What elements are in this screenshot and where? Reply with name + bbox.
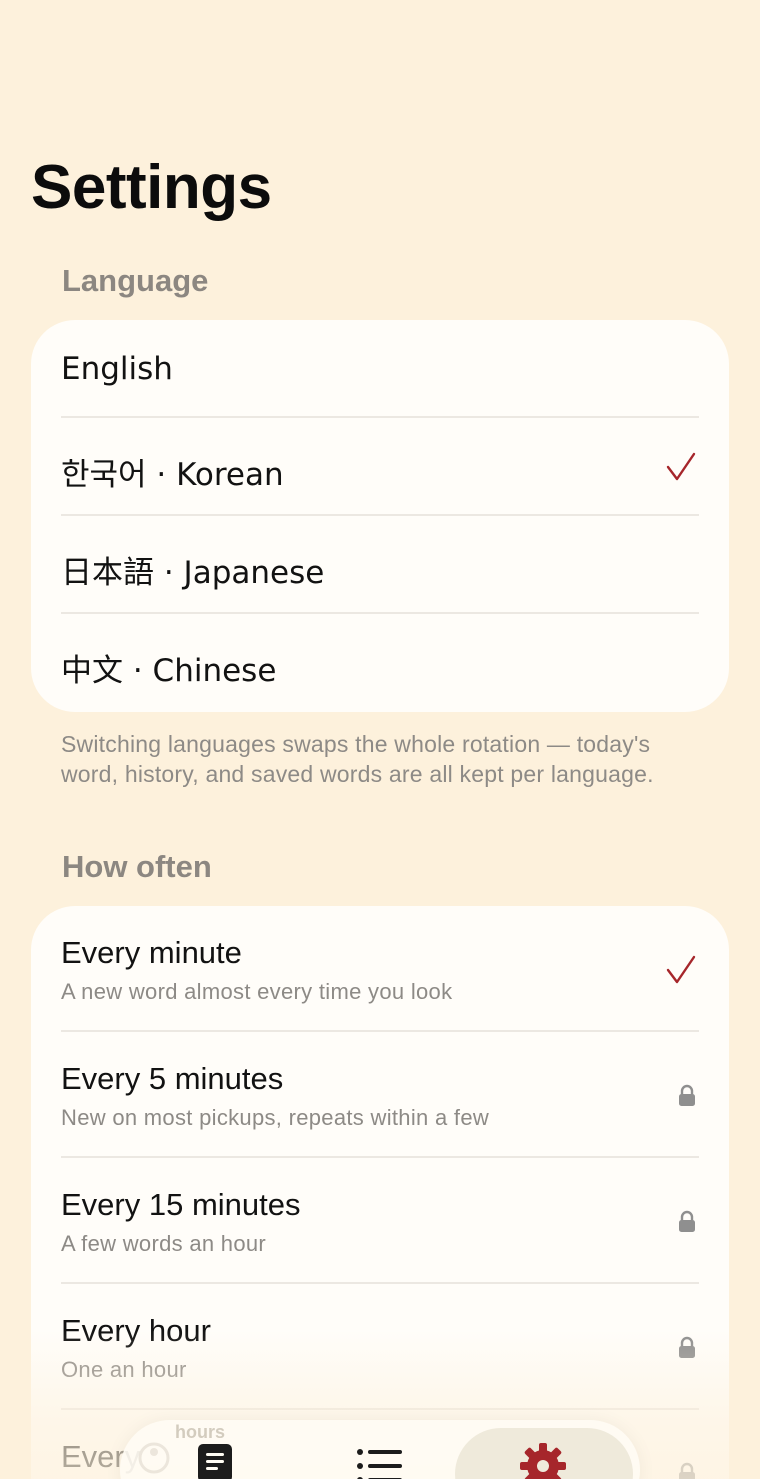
frequency-option-subtitle: A new word almost every time you look bbox=[61, 979, 453, 1004]
language-option-japanese[interactable]: 日本語 · Japanese bbox=[61, 516, 699, 614]
frequency-option-subtitle: One an hour bbox=[61, 1357, 187, 1382]
frequency-card: Every minute A new word almost every tim… bbox=[31, 906, 729, 1479]
frequency-option-title: Every minute bbox=[61, 935, 242, 970]
language-option-label: English bbox=[61, 351, 173, 387]
checkmark-icon bbox=[666, 955, 696, 984]
language-card: English 한국어 · Korean 日本語 · Japanese 中文 ·… bbox=[31, 320, 729, 712]
app-logo-icon bbox=[138, 1442, 170, 1474]
checkmark-icon bbox=[666, 452, 696, 481]
language-footnote: Switching languages swaps the whole rota… bbox=[61, 731, 654, 787]
lock-icon bbox=[679, 1084, 695, 1106]
language-option-label: 日本語 · Japanese bbox=[61, 555, 325, 591]
tab-bar: hours bbox=[120, 1420, 640, 1479]
language-option-chinese[interactable]: 中文 · Chinese bbox=[61, 614, 699, 712]
lock-icon bbox=[679, 1336, 695, 1358]
notebook-icon bbox=[198, 1444, 232, 1479]
tab-today[interactable] bbox=[180, 1420, 250, 1479]
lock-icon bbox=[679, 1462, 695, 1479]
frequency-option-title: Every 5 minutes bbox=[61, 1061, 284, 1096]
language-option-label: 中文 · Chinese bbox=[61, 653, 277, 689]
frequency-option-every-minute[interactable]: Every minute A new word almost every tim… bbox=[61, 906, 699, 1032]
section-label-frequency: How often bbox=[62, 849, 212, 884]
page-title: Settings bbox=[31, 153, 272, 222]
frequency-option-subtitle: New on most pickups, repeats within a fe… bbox=[61, 1105, 490, 1130]
frequency-option-every-15-minutes[interactable]: Every 15 minutes A few words an hour bbox=[61, 1158, 699, 1284]
frequency-option-subtitle: A few words an hour bbox=[61, 1231, 267, 1256]
language-option-korean[interactable]: 한국어 · Korean bbox=[61, 418, 699, 516]
tab-settings[interactable] bbox=[455, 1428, 633, 1479]
section-label-language: Language bbox=[62, 263, 209, 298]
tab-history[interactable] bbox=[340, 1420, 420, 1479]
gear-icon bbox=[520, 1443, 566, 1479]
frequency-option-every-5-minutes[interactable]: Every 5 minutes New on most pickups, rep… bbox=[61, 1032, 699, 1158]
language-option-english[interactable]: English bbox=[61, 320, 699, 418]
frequency-option-title: Every 15 minutes bbox=[61, 1187, 301, 1222]
lock-icon bbox=[679, 1210, 695, 1232]
language-option-label: 한국어 · Korean bbox=[61, 457, 284, 493]
frequency-option-every-hour[interactable]: Every hour One an hour bbox=[61, 1284, 699, 1410]
list-icon bbox=[357, 1449, 402, 1479]
frequency-option-title: Every hour bbox=[61, 1313, 211, 1348]
